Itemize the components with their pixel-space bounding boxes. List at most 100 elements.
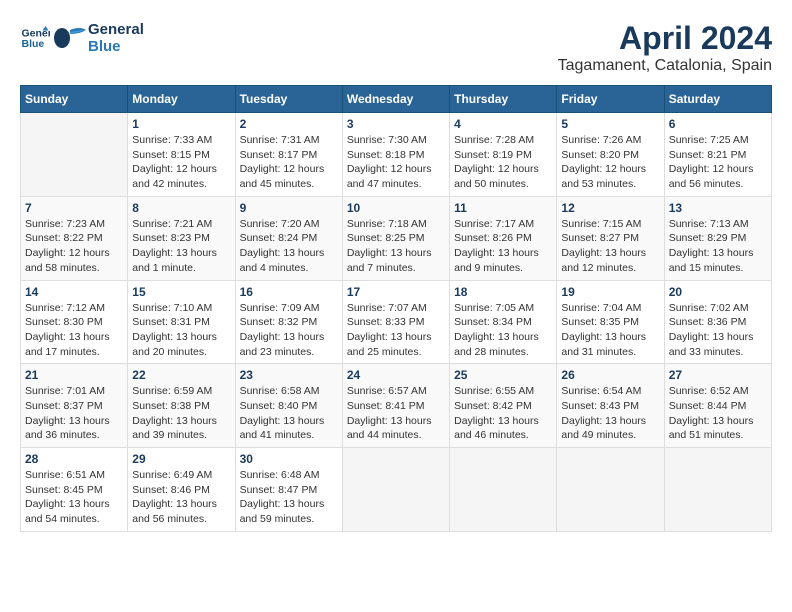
calendar-cell: 1 Sunrise: 7:33 AMSunset: 8:15 PMDaylight… (128, 113, 235, 197)
day-number: 4 (454, 117, 552, 131)
cell-content: Sunrise: 7:31 AMSunset: 8:17 PMDaylight:… (240, 133, 338, 192)
calendar-cell: 28Sunrise: 6:51 AMSunset: 8:45 PMDayligh… (21, 448, 128, 532)
day-number: 21 (25, 368, 123, 382)
calendar-cell: 3 Sunrise: 7:30 AMSunset: 8:18 PMDaylight… (342, 113, 449, 197)
page-subtitle: Tagamanent, Catalonia, Spain (558, 57, 772, 75)
calendar-cell: 26Sunrise: 6:54 AMSunset: 8:43 PMDayligh… (557, 364, 664, 448)
calendar-cell: 7 Sunrise: 7:23 AMSunset: 8:22 PMDaylight… (21, 196, 128, 280)
cell-content: Sunrise: 7:23 AMSunset: 8:22 PMDaylight:… (25, 217, 123, 276)
day-number: 3 (347, 117, 445, 131)
cell-content: Sunrise: 6:48 AMSunset: 8:47 PMDaylight:… (240, 468, 338, 527)
calendar-cell: 16 Sunrise: 7:09 AMSunset: 8:32 PMDayligh… (235, 280, 342, 364)
cell-content: Sunrise: 7:01 AMSunset: 8:37 PMDaylight:… (25, 384, 123, 443)
cell-content: Sunrise: 7:12 AMSunset: 8:30 PMDaylight:… (25, 301, 123, 360)
cell-content: Sunrise: 7:13 AMSunset: 8:29 PMDaylight:… (669, 217, 767, 276)
calendar-cell: 21 Sunrise: 7:01 AMSunset: 8:37 PMDayligh… (21, 364, 128, 448)
cell-content: Sunrise: 7:18 AMSunset: 8:25 PMDaylight:… (347, 217, 445, 276)
calendar-cell: 30 Sunrise: 6:48 AMSunset: 8:47 PMDayligh… (235, 448, 342, 532)
day-number: 8 (132, 201, 230, 215)
page-title: April 2024 (558, 20, 772, 57)
calendar-cell: 6 Sunrise: 7:25 AMSunset: 8:21 PMDaylight… (664, 113, 771, 197)
day-number: 6 (669, 117, 767, 131)
day-number: 18 (454, 285, 552, 299)
col-header-wednesday: Wednesday (342, 86, 449, 113)
logo: General Blue General Blue (20, 20, 144, 56)
title-block: April 2024 Tagamanent, Catalonia, Spain (558, 20, 772, 75)
cell-content: Sunrise: 6:57 AMSunset: 8:41 PMDaylight:… (347, 384, 445, 443)
cell-content: Sunrise: 6:55 AMSunset: 8:42 PMDaylight:… (454, 384, 552, 443)
logo-bird-icon (52, 20, 88, 56)
cell-content: Sunrise: 7:28 AMSunset: 8:19 PMDaylight:… (454, 133, 552, 192)
cell-content: Sunrise: 7:07 AMSunset: 8:33 PMDaylight:… (347, 301, 445, 360)
calendar-cell: 2 Sunrise: 7:31 AMSunset: 8:17 PMDaylight… (235, 113, 342, 197)
calendar-cell: 12 Sunrise: 7:15 AMSunset: 8:27 PMDayligh… (557, 196, 664, 280)
day-number: 19 (561, 285, 659, 299)
calendar-cell: 11Sunrise: 7:17 AMSunset: 8:26 PMDayligh… (450, 196, 557, 280)
calendar-cell: 8Sunrise: 7:21 AMSunset: 8:23 PMDaylight… (128, 196, 235, 280)
col-header-tuesday: Tuesday (235, 86, 342, 113)
calendar-cell: 24Sunrise: 6:57 AMSunset: 8:41 PMDayligh… (342, 364, 449, 448)
calendar-cell (557, 448, 664, 532)
calendar-cell: 19 Sunrise: 7:04 AMSunset: 8:35 PMDayligh… (557, 280, 664, 364)
day-number: 29 (132, 452, 230, 466)
calendar-cell: 23 Sunrise: 6:58 AMSunset: 8:40 PMDayligh… (235, 364, 342, 448)
day-number: 22 (132, 368, 230, 382)
cell-content: Sunrise: 6:59 AMSunset: 8:38 PMDaylight:… (132, 384, 230, 443)
calendar-cell: 29 Sunrise: 6:49 AMSunset: 8:46 PMDayligh… (128, 448, 235, 532)
calendar-cell: 9Sunrise: 7:20 AMSunset: 8:24 PMDaylight… (235, 196, 342, 280)
col-header-saturday: Saturday (664, 86, 771, 113)
page-header: General Blue General Blue April 2024 Tag… (20, 20, 772, 75)
cell-content: Sunrise: 7:26 AMSunset: 8:20 PMDaylight:… (561, 133, 659, 192)
calendar-cell: 14Sunrise: 7:12 AMSunset: 8:30 PMDayligh… (21, 280, 128, 364)
svg-text:Blue: Blue (22, 38, 45, 50)
calendar-cell: 27 Sunrise: 6:52 AMSunset: 8:44 PMDayligh… (664, 364, 771, 448)
cell-content: Sunrise: 7:02 AMSunset: 8:36 PMDaylight:… (669, 301, 767, 360)
logo-icon: General Blue (20, 23, 50, 53)
calendar-cell: 10Sunrise: 7:18 AMSunset: 8:25 PMDayligh… (342, 196, 449, 280)
day-number: 16 (240, 285, 338, 299)
cell-content: Sunrise: 7:33 AMSunset: 8:15 PMDaylight:… (132, 133, 230, 192)
calendar-cell (450, 448, 557, 532)
calendar-cell: 25 Sunrise: 6:55 AMSunset: 8:42 PMDayligh… (450, 364, 557, 448)
day-number: 26 (561, 368, 659, 382)
day-number: 23 (240, 368, 338, 382)
calendar-cell: 18Sunrise: 7:05 AMSunset: 8:34 PMDayligh… (450, 280, 557, 364)
day-number: 12 (561, 201, 659, 215)
day-number: 25 (454, 368, 552, 382)
cell-content: Sunrise: 7:10 AMSunset: 8:31 PMDaylight:… (132, 301, 230, 360)
calendar-cell: 20 Sunrise: 7:02 AMSunset: 8:36 PMDayligh… (664, 280, 771, 364)
col-header-friday: Friday (557, 86, 664, 113)
day-number: 9 (240, 201, 338, 215)
day-number: 5 (561, 117, 659, 131)
calendar-cell: 15 Sunrise: 7:10 AMSunset: 8:31 PMDayligh… (128, 280, 235, 364)
day-number: 17 (347, 285, 445, 299)
cell-content: Sunrise: 6:52 AMSunset: 8:44 PMDaylight:… (669, 384, 767, 443)
day-number: 15 (132, 285, 230, 299)
calendar-cell: 4 Sunrise: 7:28 AMSunset: 8:19 PMDaylight… (450, 113, 557, 197)
day-number: 7 (25, 201, 123, 215)
cell-content: Sunrise: 7:30 AMSunset: 8:18 PMDaylight:… (347, 133, 445, 192)
cell-content: Sunrise: 7:15 AMSunset: 8:27 PMDaylight:… (561, 217, 659, 276)
cell-content: Sunrise: 7:04 AMSunset: 8:35 PMDaylight:… (561, 301, 659, 360)
day-number: 20 (669, 285, 767, 299)
calendar-cell (664, 448, 771, 532)
day-number: 13 (669, 201, 767, 215)
cell-content: Sunrise: 6:49 AMSunset: 8:46 PMDaylight:… (132, 468, 230, 527)
calendar-cell: 13 Sunrise: 7:13 AMSunset: 8:29 PMDayligh… (664, 196, 771, 280)
cell-content: Sunrise: 6:58 AMSunset: 8:40 PMDaylight:… (240, 384, 338, 443)
day-number: 11 (454, 201, 552, 215)
col-header-monday: Monday (128, 86, 235, 113)
day-number: 2 (240, 117, 338, 131)
cell-content: Sunrise: 7:25 AMSunset: 8:21 PMDaylight:… (669, 133, 767, 192)
calendar-cell (342, 448, 449, 532)
calendar-cell: 17 Sunrise: 7:07 AMSunset: 8:33 PMDayligh… (342, 280, 449, 364)
calendar-cell: 22 Sunrise: 6:59 AMSunset: 8:38 PMDayligh… (128, 364, 235, 448)
day-number: 1 (132, 117, 230, 131)
day-number: 27 (669, 368, 767, 382)
calendar-cell (21, 113, 128, 197)
calendar-cell: 5 Sunrise: 7:26 AMSunset: 8:20 PMDaylight… (557, 113, 664, 197)
logo-text-line2: Blue (88, 38, 144, 55)
day-number: 30 (240, 452, 338, 466)
cell-content: Sunrise: 7:09 AMSunset: 8:32 PMDaylight:… (240, 301, 338, 360)
calendar-table: SundayMondayTuesdayWednesdayThursdayFrid… (20, 85, 772, 532)
